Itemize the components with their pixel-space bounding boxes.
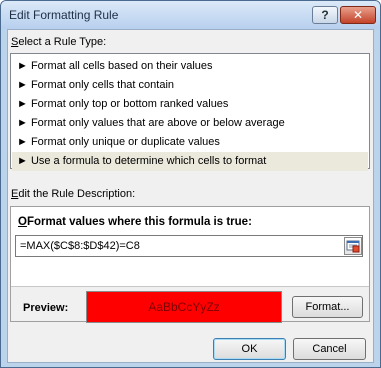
dialog-body: Select a Rule Type: ► Format all cells b… (7, 29, 374, 363)
rule-item-top-bottom[interactable]: ► Format only top or bottom ranked value… (12, 95, 368, 114)
rule-item-cells-contain[interactable]: ► Format only cells that contain (12, 76, 368, 95)
formula-input[interactable]: =MAX($C$8:$D$42)=C8 (15, 235, 363, 257)
preview-label: Preview: (23, 302, 69, 314)
rule-item-all-cells[interactable]: ► Format all cells based on their values (12, 57, 368, 76)
help-button[interactable]: ? (312, 6, 338, 24)
collapse-dialog-icon (346, 240, 360, 253)
rule-item-above-below-average[interactable]: ► Format only values that are above or b… (12, 114, 368, 133)
format-button[interactable]: Format... (292, 296, 363, 318)
rule-item-use-formula[interactable]: ► Use a formula to determine which cells… (12, 152, 368, 171)
rule-description-label: Edit the Rule Description: (11, 188, 136, 200)
edit-formatting-rule-dialog: Edit Formatting Rule ? ✕ Select a Rule T… (0, 0, 381, 368)
rule-description-panel: OFormat values where this formula is tru… (10, 206, 370, 323)
title-bar[interactable]: Edit Formatting Rule ? ✕ (1, 1, 380, 29)
ok-button[interactable]: OK (213, 338, 286, 360)
close-button[interactable]: ✕ (340, 6, 376, 24)
formula-label: OFormat values where this formula is tru… (18, 216, 252, 228)
cancel-button[interactable]: Cancel (293, 338, 366, 360)
rule-item-unique-duplicate[interactable]: ► Format only unique or duplicate values (12, 133, 368, 152)
rule-type-list[interactable]: ► Format all cells based on their values… (10, 53, 370, 171)
rule-type-label: Select a Rule Type: (11, 36, 107, 48)
collapse-dialog-button[interactable] (344, 237, 362, 255)
dialog-title: Edit Formatting Rule (9, 8, 119, 22)
formula-panel: OFormat values where this formula is tru… (11, 207, 369, 287)
preview-swatch: AaBbCcYyZz (86, 291, 282, 323)
